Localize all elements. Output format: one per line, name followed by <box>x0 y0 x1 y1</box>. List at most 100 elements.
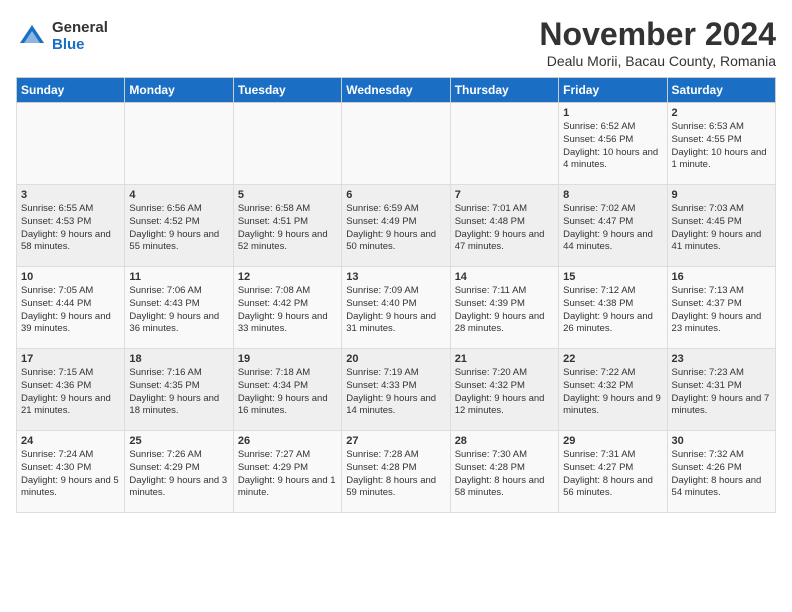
calendar-week-5: 24 Sunrise: 7:24 AM Sunset: 4:30 PM Dayli… <box>17 431 776 513</box>
day-info: Sunrise: 7:32 AM Sunset: 4:26 PM Dayligh… <box>672 449 771 500</box>
day-info: Sunrise: 7:08 AM Sunset: 4:42 PM Dayligh… <box>238 285 337 336</box>
day-number: 11 <box>129 271 228 283</box>
day-number: 13 <box>346 271 445 283</box>
day-number: 8 <box>563 189 662 201</box>
calendar-header-row: SundayMondayTuesdayWednesdayThursdayFrid… <box>17 78 776 103</box>
day-number: 22 <box>563 353 662 365</box>
day-info: Sunrise: 7:02 AM Sunset: 4:47 PM Dayligh… <box>563 203 662 254</box>
calendar-cell: 30 Sunrise: 7:32 AM Sunset: 4:26 PM Dayli… <box>667 431 775 513</box>
calendar-cell: 6Sunrise: 6:59 AM Sunset: 4:49 PM Daylig… <box>342 185 450 267</box>
day-info: Sunrise: 7:15 AM Sunset: 4:36 PM Dayligh… <box>21 367 120 418</box>
day-info: Sunrise: 6:56 AM Sunset: 4:52 PM Dayligh… <box>129 203 228 254</box>
calendar-cell: 10 Sunrise: 7:05 AM Sunset: 4:44 PM Dayli… <box>17 267 125 349</box>
calendar-cell: 29 Sunrise: 7:31 AM Sunset: 4:27 PM Dayli… <box>559 431 667 513</box>
day-number: 10 <box>21 271 120 283</box>
title-area: November 2024 Dealu Morii, Bacau County,… <box>539 16 776 69</box>
header-saturday: Saturday <box>667 78 775 103</box>
day-info: Sunrise: 7:31 AM Sunset: 4:27 PM Dayligh… <box>563 449 662 500</box>
calendar-cell: 11 Sunrise: 7:06 AM Sunset: 4:43 PM Dayli… <box>125 267 233 349</box>
calendar-cell: 12Sunrise: 7:08 AM Sunset: 4:42 PM Dayli… <box>233 267 341 349</box>
day-number: 23 <box>672 353 771 365</box>
calendar-week-4: 17 Sunrise: 7:15 AM Sunset: 4:36 PM Dayli… <box>17 349 776 431</box>
calendar-week-3: 10 Sunrise: 7:05 AM Sunset: 4:44 PM Dayli… <box>17 267 776 349</box>
day-number: 14 <box>455 271 554 283</box>
calendar-cell: 24 Sunrise: 7:24 AM Sunset: 4:30 PM Dayli… <box>17 431 125 513</box>
calendar-cell <box>17 103 125 185</box>
day-number: 3 <box>21 189 120 201</box>
header-thursday: Thursday <box>450 78 558 103</box>
day-info: Sunrise: 7:27 AM Sunset: 4:29 PM Dayligh… <box>238 449 337 500</box>
calendar-cell <box>125 103 233 185</box>
day-info: Sunrise: 7:09 AM Sunset: 4:40 PM Dayligh… <box>346 285 445 336</box>
calendar-cell: 7Sunrise: 7:01 AM Sunset: 4:48 PM Daylig… <box>450 185 558 267</box>
day-number: 5 <box>238 189 337 201</box>
calendar-cell: 17 Sunrise: 7:15 AM Sunset: 4:36 PM Dayli… <box>17 349 125 431</box>
calendar-cell: 26 Sunrise: 7:27 AM Sunset: 4:29 PM Dayli… <box>233 431 341 513</box>
calendar-cell: 4 Sunrise: 6:56 AM Sunset: 4:52 PM Daylig… <box>125 185 233 267</box>
day-info: Sunrise: 7:06 AM Sunset: 4:43 PM Dayligh… <box>129 285 228 336</box>
day-info: Sunrise: 7:23 AM Sunset: 4:31 PM Dayligh… <box>672 367 771 418</box>
location: Dealu Morii, Bacau County, Romania <box>539 53 776 69</box>
day-number: 28 <box>455 435 554 447</box>
calendar-cell: 1 Sunrise: 6:52 AM Sunset: 4:56 PM Daylig… <box>559 103 667 185</box>
day-info: Sunrise: 6:52 AM Sunset: 4:56 PM Dayligh… <box>563 121 662 172</box>
calendar-cell: 27 Sunrise: 7:28 AM Sunset: 4:28 PM Dayli… <box>342 431 450 513</box>
day-info: Sunrise: 7:19 AM Sunset: 4:33 PM Dayligh… <box>346 367 445 418</box>
calendar-cell: 28 Sunrise: 7:30 AM Sunset: 4:28 PM Dayli… <box>450 431 558 513</box>
header-wednesday: Wednesday <box>342 78 450 103</box>
day-info: Sunrise: 6:58 AM Sunset: 4:51 PM Dayligh… <box>238 203 337 254</box>
day-info: Sunrise: 7:22 AM Sunset: 4:32 PM Dayligh… <box>563 367 662 418</box>
day-number: 19 <box>238 353 337 365</box>
day-info: Sunrise: 7:24 AM Sunset: 4:30 PM Dayligh… <box>21 449 120 500</box>
day-number: 24 <box>21 435 120 447</box>
day-info: Sunrise: 6:53 AM Sunset: 4:55 PM Dayligh… <box>672 121 771 172</box>
day-number: 9 <box>672 189 771 201</box>
day-info: Sunrise: 6:59 AM Sunset: 4:49 PM Dayligh… <box>346 203 445 254</box>
day-number: 20 <box>346 353 445 365</box>
day-number: 16 <box>672 271 771 283</box>
day-info: Sunrise: 7:05 AM Sunset: 4:44 PM Dayligh… <box>21 285 120 336</box>
header-sunday: Sunday <box>17 78 125 103</box>
day-info: Sunrise: 7:11 AM Sunset: 4:39 PM Dayligh… <box>455 285 554 336</box>
calendar-cell: 16 Sunrise: 7:13 AM Sunset: 4:37 PM Dayli… <box>667 267 775 349</box>
day-number: 1 <box>563 107 662 119</box>
calendar-cell: 3 Sunrise: 6:55 AM Sunset: 4:53 PM Daylig… <box>17 185 125 267</box>
logo-icon <box>16 21 48 53</box>
calendar-cell: 23 Sunrise: 7:23 AM Sunset: 4:31 PM Dayli… <box>667 349 775 431</box>
day-info: Sunrise: 7:13 AM Sunset: 4:37 PM Dayligh… <box>672 285 771 336</box>
calendar-cell: 8 Sunrise: 7:02 AM Sunset: 4:47 PM Daylig… <box>559 185 667 267</box>
day-number: 17 <box>21 353 120 365</box>
day-number: 21 <box>455 353 554 365</box>
day-number: 18 <box>129 353 228 365</box>
calendar-cell: 9 Sunrise: 7:03 AM Sunset: 4:45 PM Daylig… <box>667 185 775 267</box>
calendar-cell: 22 Sunrise: 7:22 AM Sunset: 4:32 PM Dayli… <box>559 349 667 431</box>
day-number: 4 <box>129 189 228 201</box>
day-info: Sunrise: 7:28 AM Sunset: 4:28 PM Dayligh… <box>346 449 445 500</box>
day-number: 25 <box>129 435 228 447</box>
day-number: 7 <box>455 189 554 201</box>
calendar-cell: 19 Sunrise: 7:18 AM Sunset: 4:34 PM Dayli… <box>233 349 341 431</box>
day-info: Sunrise: 7:18 AM Sunset: 4:34 PM Dayligh… <box>238 367 337 418</box>
calendar-cell <box>342 103 450 185</box>
calendar-cell: 2 Sunrise: 6:53 AM Sunset: 4:55 PM Daylig… <box>667 103 775 185</box>
logo-general: General <box>52 20 108 37</box>
day-number: 26 <box>238 435 337 447</box>
logo: General Blue <box>16 20 108 53</box>
calendar-cell: 5 Sunrise: 6:58 AM Sunset: 4:51 PM Daylig… <box>233 185 341 267</box>
day-info: Sunrise: 7:16 AM Sunset: 4:35 PM Dayligh… <box>129 367 228 418</box>
day-number: 30 <box>672 435 771 447</box>
day-info: Sunrise: 6:55 AM Sunset: 4:53 PM Dayligh… <box>21 203 120 254</box>
day-info: Sunrise: 7:30 AM Sunset: 4:28 PM Dayligh… <box>455 449 554 500</box>
day-number: 29 <box>563 435 662 447</box>
calendar-cell: 20 Sunrise: 7:19 AM Sunset: 4:33 PM Dayli… <box>342 349 450 431</box>
header-friday: Friday <box>559 78 667 103</box>
calendar-week-1: 1 Sunrise: 6:52 AM Sunset: 4:56 PM Daylig… <box>17 103 776 185</box>
day-number: 15 <box>563 271 662 283</box>
calendar-week-2: 3 Sunrise: 6:55 AM Sunset: 4:53 PM Daylig… <box>17 185 776 267</box>
logo-text: General Blue <box>52 20 108 53</box>
day-info: Sunrise: 7:03 AM Sunset: 4:45 PM Dayligh… <box>672 203 771 254</box>
day-number: 27 <box>346 435 445 447</box>
page-header: General Blue November 2024 Dealu Morii, … <box>16 16 776 69</box>
day-number: 2 <box>672 107 771 119</box>
calendar-cell: 15Sunrise: 7:12 AM Sunset: 4:38 PM Dayli… <box>559 267 667 349</box>
